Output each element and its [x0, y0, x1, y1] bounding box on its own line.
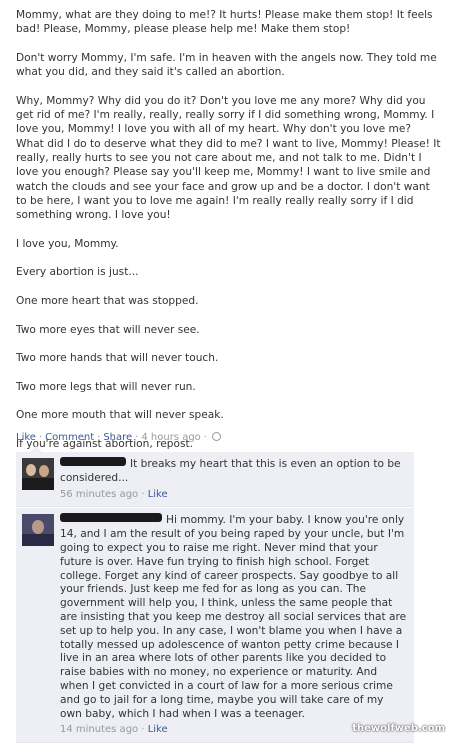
- comment-timestamp[interactable]: 14 minutes ago: [60, 724, 138, 735]
- post-paragraph: I love you, Mommy.: [16, 237, 119, 250]
- post-paragraph: Two more hands that will never touch.: [16, 352, 219, 365]
- share-link[interactable]: Share: [103, 432, 132, 443]
- comments-list: It breaks my heart that this is even an …: [16, 452, 414, 743]
- post-actions: Like · Comment · Share · 4 hours ago ·: [16, 432, 221, 443]
- post-paragraph: Two more eyes that will never see.: [16, 323, 200, 336]
- comment-text: Hi mommy. I'm your baby. I know you're o…: [60, 514, 407, 720]
- watermark: thewolfweb.com: [352, 723, 445, 734]
- comment-timestamp[interactable]: 56 minutes ago: [60, 489, 138, 500]
- post-paragraph: One more heart that was stopped.: [16, 294, 199, 307]
- post-paragraph: Every abortion is just...: [16, 266, 139, 279]
- separator-dot: ·: [135, 432, 139, 443]
- post-paragraph: One more mouth that will never speak.: [16, 409, 224, 422]
- comment-like-link[interactable]: Like: [148, 489, 168, 500]
- comment-like-link[interactable]: Like: [148, 724, 168, 735]
- comment-link[interactable]: Comment: [45, 432, 94, 443]
- globe-icon[interactable]: [211, 432, 221, 441]
- post-timestamp[interactable]: 4 hours ago: [141, 432, 200, 443]
- comment-meta: 56 minutes ago · Like: [60, 488, 168, 500]
- redacted-author-name[interactable]: [60, 513, 162, 523]
- post-body: Mommy, what are they doing to me!? It hu…: [16, 8, 441, 451]
- post-paragraph: Two more legs that will never run.: [16, 380, 196, 393]
- comment: It breaks my heart that this is even an …: [16, 452, 414, 508]
- post-paragraph: Mommy, what are they doing to me!? It hu…: [16, 9, 436, 36]
- post-paragraph: Don't worry Mommy, I'm safe. I'm in heav…: [16, 51, 441, 79]
- avatar[interactable]: [22, 514, 54, 547]
- separator-dot: ·: [38, 432, 43, 443]
- redacted-author-name[interactable]: [60, 457, 126, 466]
- comment: Hi mommy. I'm your baby. I know you're o…: [16, 507, 414, 743]
- post-paragraph: Why, Mommy? Why did you do it? Don't you…: [16, 94, 444, 222]
- avatar[interactable]: [22, 458, 54, 490]
- separator-dot: ·: [203, 432, 207, 443]
- separator-dot: ·: [97, 432, 101, 443]
- like-link[interactable]: Like: [16, 432, 36, 443]
